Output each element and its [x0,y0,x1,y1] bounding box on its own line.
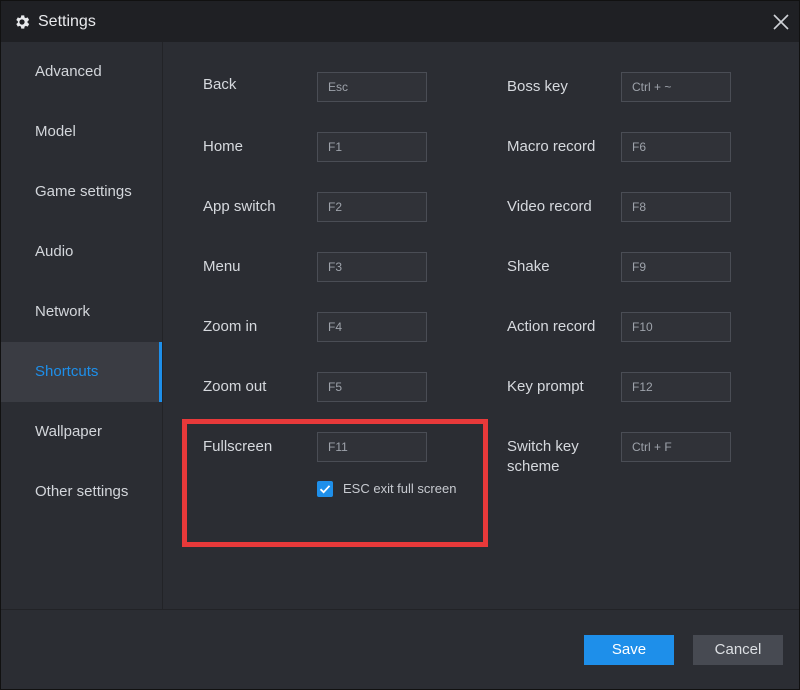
sidebar-item-audio[interactable]: Audio [1,222,162,282]
title-bar: Settings [1,1,799,42]
sidebar-item-game-settings[interactable]: Game settings [1,162,162,222]
close-icon[interactable] [771,12,791,32]
cancel-button[interactable]: Cancel [693,635,783,665]
esc-exit-fullscreen-label: ESC exit full screen [343,481,457,496]
settings-sidebar: Advanced Model Game settings Audio Netwo… [1,42,163,609]
window-title: Settings [38,13,96,30]
save-button[interactable]: Save [584,635,674,665]
sidebar-item-model[interactable]: Model [1,102,162,162]
shortcut-input-macro-record[interactable]: F6 [621,132,731,162]
shortcut-input-home[interactable]: F1 [317,132,427,162]
dialog-footer [1,609,799,689]
shortcut-input-app-switch[interactable]: F2 [317,192,427,222]
esc-exit-fullscreen-checkbox[interactable] [317,481,333,497]
shortcut-input-shake[interactable]: F9 [621,252,731,282]
checkmark-icon [319,485,331,494]
shortcut-label-video-record: Video record [507,198,592,215]
shortcut-input-back[interactable]: Esc [317,72,427,102]
shortcut-label-menu: Menu [203,258,241,275]
shortcut-input-zoom-out[interactable]: F5 [317,372,427,402]
sidebar-item-network[interactable]: Network [1,282,162,342]
shortcut-input-video-record[interactable]: F8 [621,192,731,222]
shortcut-label-zoom-out: Zoom out [203,378,267,395]
gear-icon [16,15,30,29]
shortcut-input-zoom-in[interactable]: F4 [317,312,427,342]
shortcut-input-switch-key-scheme[interactable]: Ctrl + F [621,432,731,462]
shortcut-label-boss-key: Boss key [507,78,568,95]
shortcut-input-key-prompt[interactable]: F12 [621,372,731,402]
shortcut-input-menu[interactable]: F3 [317,252,427,282]
shortcut-label-home: Home [203,138,244,155]
shortcut-label-shake: Shake [507,258,550,275]
shortcut-label-switch-key-scheme: Switch key scheme [507,438,579,475]
shortcut-label-fullscreen: Fullscreen [203,438,273,455]
shortcut-label-zoom-in: Zoom in [203,318,258,335]
shortcut-label-key-prompt: Key prompt [507,378,584,395]
shortcut-label-app-switch: App switch [203,198,276,215]
shortcut-label-back: Back [203,76,237,93]
shortcut-input-fullscreen[interactable]: F11 [317,432,427,462]
sidebar-item-advanced[interactable]: Advanced [1,42,162,102]
sidebar-item-wallpaper[interactable]: Wallpaper [1,402,162,462]
shortcut-input-action-record[interactable]: F10 [621,312,731,342]
sidebar-item-shortcuts[interactable]: Shortcuts [1,342,162,402]
settings-window: Settings Advanced Model Game settings Au… [0,0,800,690]
shortcut-label-action-record: Action record [507,318,596,335]
shortcut-label-macro-record: Macro record [507,138,596,155]
shortcut-input-boss-key[interactable]: Ctrl + ~ [621,72,731,102]
sidebar-item-other-settings[interactable]: Other settings [1,462,162,522]
